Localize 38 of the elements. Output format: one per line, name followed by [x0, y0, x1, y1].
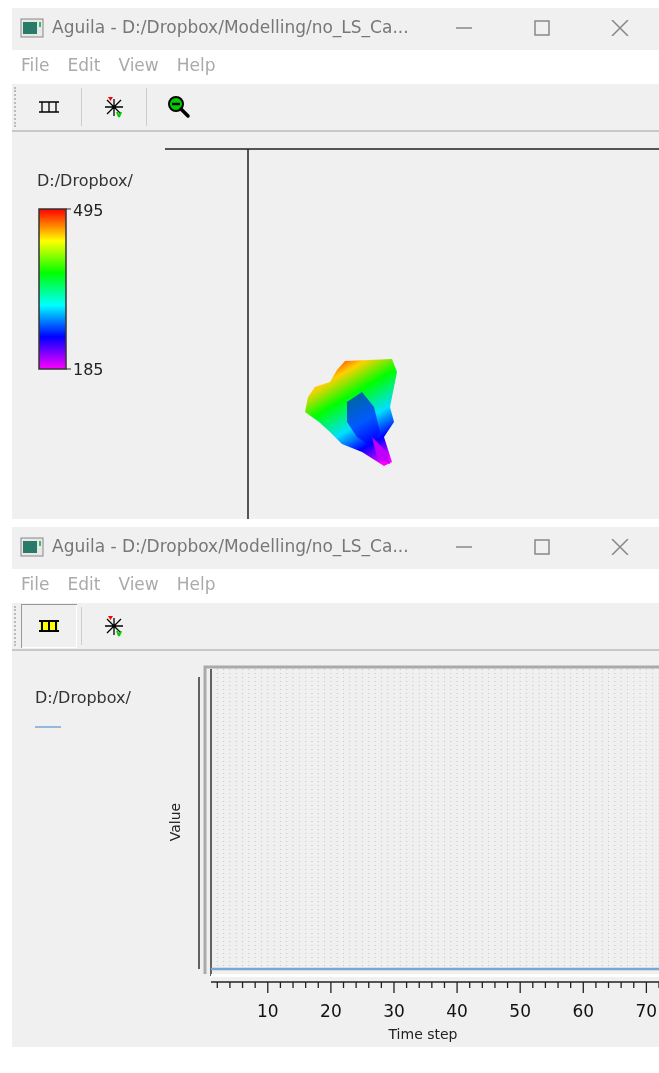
menu-item[interactable]: File	[12, 53, 59, 79]
x-tick-label: 10	[256, 1001, 279, 1021]
legend-line	[34, 726, 62, 728]
cursor-icon	[103, 96, 125, 118]
x-tick-label: 40	[446, 1001, 468, 1021]
colorbar-min-label: 185	[73, 360, 104, 379]
x-tick-label: 60	[572, 1001, 595, 1021]
maximize-icon	[534, 539, 550, 555]
menu-item[interactable]: Edit	[58, 53, 110, 79]
legend-title: D:/Dropbox/	[35, 688, 131, 707]
x-axis-label: Time step	[388, 1026, 458, 1042]
app-icon	[20, 537, 44, 557]
y-axis-label: Value	[167, 802, 183, 842]
zoom-out-icon	[167, 95, 191, 119]
close-icon	[611, 20, 629, 36]
minimize-icon	[456, 546, 472, 548]
menu-item[interactable]: Help	[167, 53, 225, 79]
legend-toggle-icon	[38, 100, 60, 114]
x-tick-label: 50	[509, 1001, 531, 1021]
legend-toggle-icon	[38, 619, 60, 633]
window-title: Aguila - D:/Dropbox/Modelling/no_LS_Ca...	[52, 535, 409, 559]
legend-title: D:/Dropbox/	[37, 171, 133, 190]
menu-item[interactable]: View	[109, 572, 168, 598]
menu-item[interactable]: View	[109, 53, 168, 79]
x-tick-label: 30	[383, 1001, 405, 1021]
x-tick-label: 70	[635, 1001, 658, 1021]
menu-item[interactable]: File	[12, 572, 59, 598]
x-tick-label: 20	[320, 1001, 342, 1021]
close-icon	[611, 539, 629, 555]
colorbar-max-label: 495	[73, 201, 104, 220]
menu-item[interactable]: Help	[167, 572, 225, 598]
toolbar-button[interactable]	[21, 604, 77, 648]
minimize-icon	[456, 27, 472, 29]
window-title: Aguila - D:/Dropbox/Modelling/no_LS_Ca...	[52, 16, 409, 40]
menu-item[interactable]: Edit	[58, 572, 110, 598]
app-icon	[20, 18, 44, 38]
maximize-icon	[534, 20, 550, 36]
cursor-icon	[103, 615, 125, 637]
